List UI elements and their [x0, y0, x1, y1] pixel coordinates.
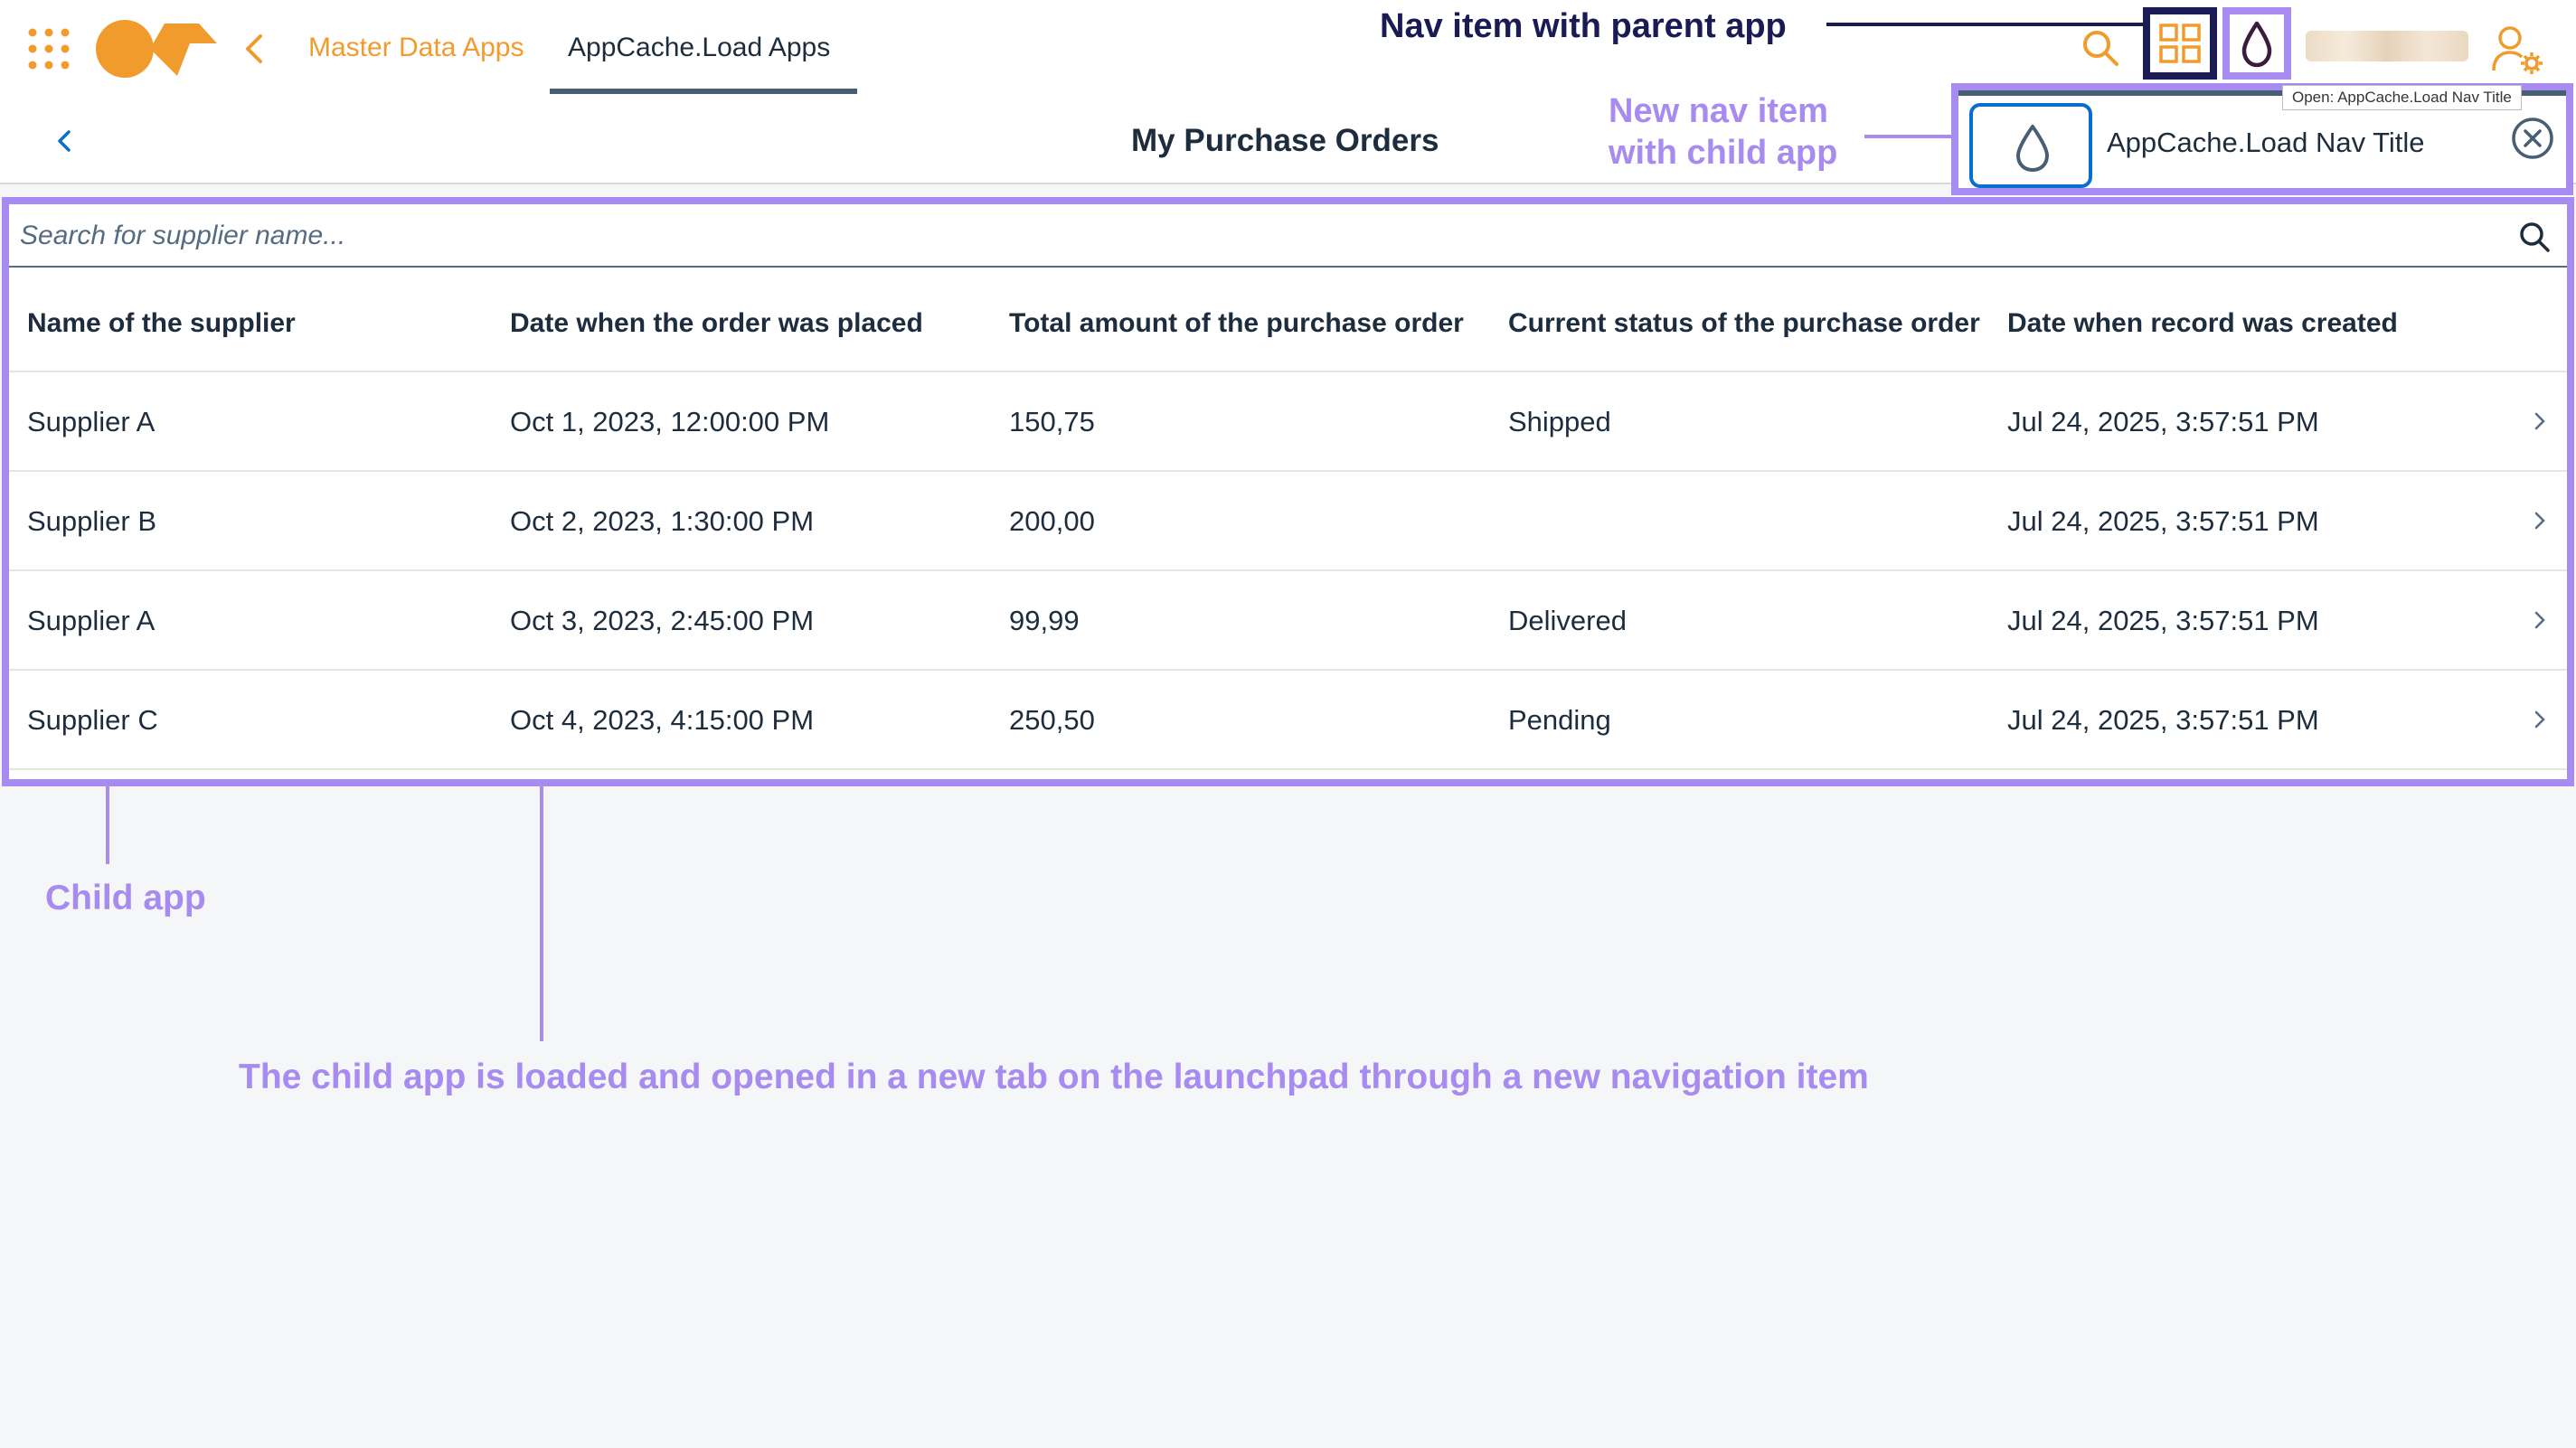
annotation-description: The child app is loaded and opened in a …	[239, 1058, 1869, 1096]
table-row[interactable]: Supplier A Oct 3, 2023, 2:45:00 PM 99,99…	[9, 571, 2567, 671]
column-header-order-date[interactable]: Date when the order was placed	[510, 306, 923, 342]
search-input[interactable]	[20, 215, 2497, 257]
cell-supplier: Supplier C	[27, 704, 158, 736]
cell-created: Jul 24, 2025, 3:57:51 PM	[2007, 505, 2319, 537]
apps-grid-icon[interactable]	[27, 27, 71, 71]
child-app-tile[interactable]	[1969, 103, 2092, 188]
cell-created: Jul 24, 2025, 3:57:51 PM	[2007, 704, 2319, 736]
cell-amount: 250,50	[1009, 704, 1095, 736]
chevron-right-icon[interactable]	[2528, 606, 2552, 635]
annotation-new-nav-line2: with child app	[1609, 134, 1838, 172]
user-settings-icon[interactable]	[2490, 24, 2544, 74]
cell-status: Shipped	[1508, 406, 1611, 437]
tab-appcache-load-apps[interactable]: AppCache.Load Apps	[568, 29, 830, 67]
chevron-left-icon[interactable]	[237, 31, 273, 67]
column-header-created[interactable]: Date when record was created	[2007, 306, 2398, 342]
tab-master-data-apps[interactable]: Master Data Apps	[308, 29, 524, 67]
cell-supplier: Supplier B	[27, 505, 157, 537]
chevron-right-icon[interactable]	[2528, 705, 2552, 734]
purchase-orders-table: Name of the supplier Date when the order…	[9, 269, 2567, 770]
annotation-line-parent	[1826, 23, 2143, 26]
table-row[interactable]: Supplier A Oct 1, 2023, 12:00:00 PM 150,…	[9, 372, 2567, 472]
chevron-right-icon[interactable]	[2528, 407, 2552, 436]
annotation-new-nav-line1: New nav item	[1609, 92, 1828, 130]
cell-supplier: Supplier A	[27, 605, 156, 636]
cell-amount: 150,75	[1009, 406, 1095, 437]
table-header: Name of the supplier Date when the order…	[9, 269, 2567, 372]
annotation-child-app: Child app	[45, 879, 206, 917]
active-tab-indicator	[550, 89, 857, 94]
search-icon[interactable]	[2080, 27, 2121, 69]
chevron-right-icon[interactable]	[2528, 506, 2552, 535]
water-drop-icon	[2241, 21, 2272, 68]
annotation-new-nav: New nav item with child app	[1609, 90, 1837, 174]
tiles-grid-icon	[2159, 24, 2201, 63]
cell-status: Delivered	[1508, 605, 1627, 636]
nav-item-parent-app[interactable]	[2143, 7, 2217, 80]
column-header-status[interactable]: Current status of the purchase order	[1508, 306, 1980, 342]
user-name-redacted	[2306, 31, 2468, 61]
cell-amount: 99,99	[1009, 605, 1080, 636]
water-drop-icon	[2016, 125, 2049, 172]
cell-order-date: Oct 2, 2023, 1:30:00 PM	[510, 505, 815, 537]
table-row[interactable]: Supplier C Oct 4, 2023, 4:15:00 PM 250,5…	[9, 671, 2567, 770]
annotation-nav-parent: Nav item with parent app	[1380, 7, 1787, 45]
cell-status: Pending	[1508, 704, 1611, 736]
close-icon[interactable]	[2510, 116, 2555, 161]
table-row[interactable]: Supplier B Oct 2, 2023, 1:30:00 PM 200,0…	[9, 472, 2567, 571]
annotation-line-description	[540, 786, 543, 1041]
cell-order-date: Oct 4, 2023, 4:15:00 PM	[510, 704, 815, 736]
cell-order-date: Oct 1, 2023, 12:00:00 PM	[510, 406, 830, 437]
cell-created: Jul 24, 2025, 3:57:51 PM	[2007, 605, 2319, 636]
nav-item-child-app[interactable]	[2222, 7, 2291, 80]
cell-order-date: Oct 3, 2023, 2:45:00 PM	[510, 605, 815, 636]
search-icon[interactable]	[2516, 219, 2552, 255]
page-title: My Purchase Orders	[1131, 123, 1439, 158]
cell-created: Jul 24, 2025, 3:57:51 PM	[2007, 406, 2319, 437]
column-header-amount[interactable]: Total amount of the purchase order	[1009, 306, 1464, 342]
cell-supplier: Supplier A	[27, 406, 156, 437]
annotation-line-child	[106, 786, 109, 864]
company-logo	[96, 20, 217, 78]
back-icon[interactable]	[51, 123, 76, 159]
popover-title[interactable]: AppCache.Load Nav Title	[2107, 125, 2425, 161]
cell-amount: 200,00	[1009, 505, 1095, 537]
column-header-supplier[interactable]: Name of the supplier	[27, 306, 296, 342]
tooltip: Open: AppCache.Load Nav Title	[2282, 85, 2522, 110]
search-bar	[9, 204, 2567, 268]
annotation-line-new-nav	[1864, 135, 1951, 138]
